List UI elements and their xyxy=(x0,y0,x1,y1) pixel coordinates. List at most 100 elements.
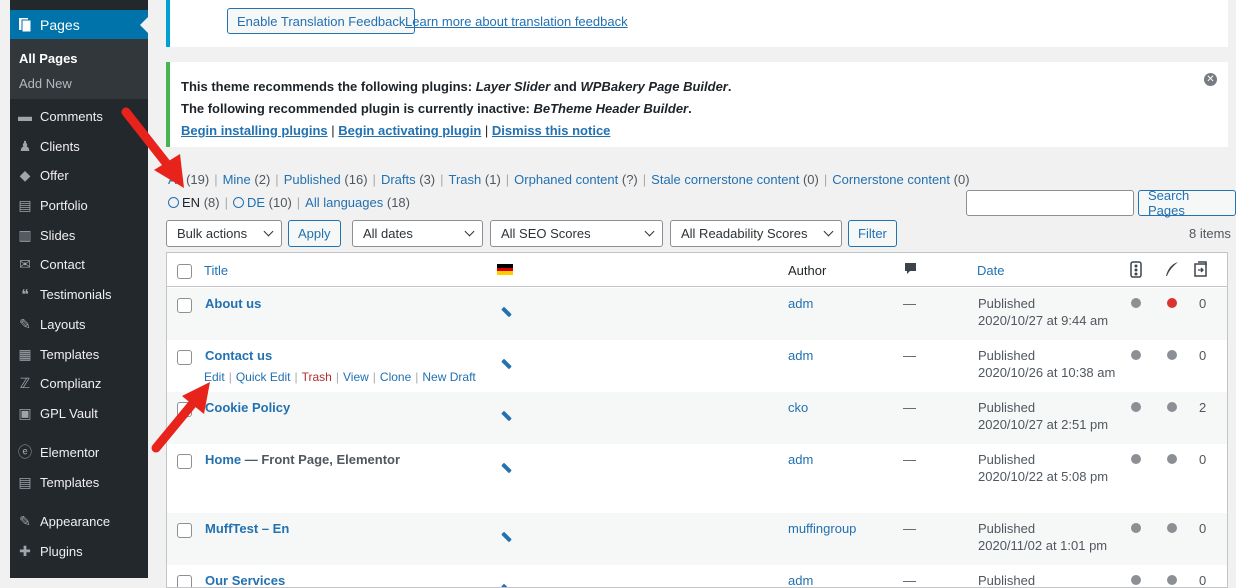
submenu-all-pages[interactable]: All Pages xyxy=(10,47,148,72)
sidebar-item-layouts[interactable]: ✎ Layouts xyxy=(10,309,148,339)
close-icon[interactable]: ✕ xyxy=(1204,73,1217,86)
page-title-link[interactable]: MuffTest – En xyxy=(205,521,289,536)
learn-more-link[interactable]: Learn more about translation feedback xyxy=(405,14,628,29)
author-link[interactable]: adm xyxy=(788,452,813,467)
lang-en-current[interactable]: EN xyxy=(182,195,200,210)
author-link[interactable]: adm xyxy=(788,296,813,311)
filter-stale-cornerstone[interactable]: Stale cornerstone content xyxy=(651,172,799,187)
row-checkbox[interactable] xyxy=(177,523,192,538)
quick-edit-link[interactable]: Quick Edit xyxy=(236,370,291,384)
status-filters: All (19) | Mine (2) | Published (16) | Drafts … xyxy=(168,172,970,187)
sidebar-item-label: Contact xyxy=(40,256,85,272)
row-checkbox[interactable] xyxy=(177,454,192,469)
filter-trash[interactable]: Trash xyxy=(449,172,482,187)
begin-activating-plugin-link[interactable]: Begin activating plugin xyxy=(338,123,481,138)
comments-count: — xyxy=(903,573,916,588)
sidebar-item-appearance[interactable]: ✎ Appearance xyxy=(10,506,148,536)
dismiss-notice-link[interactable]: Dismiss this notice xyxy=(492,123,610,138)
sidebar-item-templates[interactable]: ▦ Templates xyxy=(10,339,148,369)
sidebar-item-pages[interactable]: Pages xyxy=(10,10,148,39)
filter-cornerstone[interactable]: Cornerstone content xyxy=(832,172,950,187)
chevron-down-icon xyxy=(644,226,655,237)
sidebar-item-label: Offer xyxy=(40,167,69,183)
clients-icon: ♟ xyxy=(18,137,32,154)
filter-button[interactable]: Filter xyxy=(848,220,897,247)
edit-translation-icon[interactable] xyxy=(501,579,512,587)
row-title: Contact us xyxy=(205,348,272,363)
edit-translation-icon[interactable] xyxy=(501,458,512,474)
internal-links-count: 0 xyxy=(1199,452,1207,467)
filter-all[interactable]: All xyxy=(168,172,182,187)
lang-all[interactable]: All languages xyxy=(305,195,383,210)
seo-score-icon[interactable] xyxy=(1130,261,1142,281)
page-title-link[interactable]: Our Services xyxy=(205,573,285,587)
page-title-link[interactable]: Cookie Policy xyxy=(205,400,290,415)
comments-icon[interactable] xyxy=(904,262,917,278)
filter-mine[interactable]: Mine xyxy=(223,172,251,187)
search-input[interactable] xyxy=(966,190,1134,216)
seo-score-dot xyxy=(1131,575,1141,585)
trash-link[interactable]: Trash xyxy=(302,370,332,384)
page-title-link[interactable]: Home xyxy=(205,452,241,467)
sidebar-item-gpl-vault[interactable]: ▣ GPL Vault xyxy=(10,398,148,428)
page-title-link[interactable]: About us xyxy=(205,296,261,311)
lang-de[interactable]: DE xyxy=(247,195,265,210)
search-pages-button[interactable]: Search Pages xyxy=(1138,188,1236,218)
plugins-icon: ✚ xyxy=(19,542,31,559)
enable-translation-feedback-button[interactable]: Enable Translation Feedback xyxy=(227,8,416,34)
edit-translation-icon[interactable] xyxy=(501,302,512,318)
edit-link[interactable]: Edit xyxy=(204,370,225,384)
sidebar-item-label: GPL Vault xyxy=(40,405,98,421)
edit-translation-icon[interactable] xyxy=(501,406,512,422)
row-checkbox[interactable] xyxy=(177,350,192,365)
post-status: Published xyxy=(978,521,1036,536)
row-checkbox[interactable] xyxy=(177,575,192,587)
sidebar-item-elementor[interactable]: ⓔ Elementor xyxy=(10,437,148,467)
bulk-actions-select[interactable]: Bulk actions xyxy=(166,220,282,247)
sidebar-item-testimonials[interactable]: ❝ Testimonials xyxy=(10,279,148,309)
readability-scores-select[interactable]: All Readability Scores xyxy=(670,220,842,247)
sidebar-item-contact[interactable]: ✉ Contact xyxy=(10,249,148,279)
sidebar-item-slides[interactable]: ▥ Slides xyxy=(10,220,148,250)
sidebar-item-label: Portfolio xyxy=(40,197,88,213)
sidebar-item-templates[interactable]: ▤ Templates xyxy=(10,467,148,497)
dates-select[interactable]: All dates xyxy=(352,220,483,247)
column-date[interactable]: Date xyxy=(977,263,1004,278)
page-title-link[interactable]: Contact us xyxy=(205,348,272,363)
row-actions: Edit | Quick Edit | Trash | View | Clone | New Dra… xyxy=(204,370,476,384)
edit-translation-icon[interactable] xyxy=(501,527,512,543)
edit-translation-icon[interactable] xyxy=(501,354,512,370)
sidebar-item-plugins[interactable]: ✚ Plugins xyxy=(10,536,148,566)
filter-published[interactable]: Published xyxy=(284,172,341,187)
sidebar-item-comments[interactable]: ▬ Comments xyxy=(10,101,148,131)
filter-orphaned[interactable]: Orphaned content xyxy=(514,172,618,187)
post-date: 2020/10/22 at 5:08 pm xyxy=(978,469,1109,484)
comments-count: — xyxy=(903,400,916,415)
sidebar-item-complianz[interactable]: ℤ Complianz xyxy=(10,368,148,398)
filter-drafts[interactable]: Drafts xyxy=(381,172,416,187)
sidebar-item-offer[interactable]: ◆ Offer xyxy=(10,160,148,190)
row-checkbox[interactable] xyxy=(177,402,192,417)
author-link[interactable]: adm xyxy=(788,348,813,363)
seo-scores-select[interactable]: All SEO Scores xyxy=(490,220,663,247)
submenu-add-new[interactable]: Add New xyxy=(10,72,148,97)
begin-installing-plugins-link[interactable]: Begin installing plugins xyxy=(181,123,328,138)
author-link[interactable]: cko xyxy=(788,400,808,415)
seo-score-dot xyxy=(1131,350,1141,360)
select-all-checkbox[interactable] xyxy=(177,264,192,279)
author-link[interactable]: muffingroup xyxy=(788,521,856,536)
sidebar-item-clients[interactable]: ♟ Clients xyxy=(10,131,148,161)
view-link[interactable]: View xyxy=(343,370,369,384)
globe-icon xyxy=(232,197,244,208)
readability-score-icon[interactable] xyxy=(1164,261,1180,280)
column-title[interactable]: Title xyxy=(204,263,228,278)
author-link[interactable]: adm xyxy=(788,573,813,587)
sidebar-item-portfolio[interactable]: ▤ Portfolio xyxy=(10,190,148,220)
internal-links-icon[interactable] xyxy=(1192,260,1209,280)
new-draft-link[interactable]: New Draft xyxy=(422,370,475,384)
row-checkbox[interactable] xyxy=(177,298,192,313)
post-date: 2020/10/26 at 10:38 am xyxy=(978,365,1116,380)
table-row: About us adm — Published 2020/10/27 at 9:44 … xyxy=(167,288,1227,340)
clone-link[interactable]: Clone xyxy=(380,370,411,384)
apply-button[interactable]: Apply xyxy=(288,220,341,247)
